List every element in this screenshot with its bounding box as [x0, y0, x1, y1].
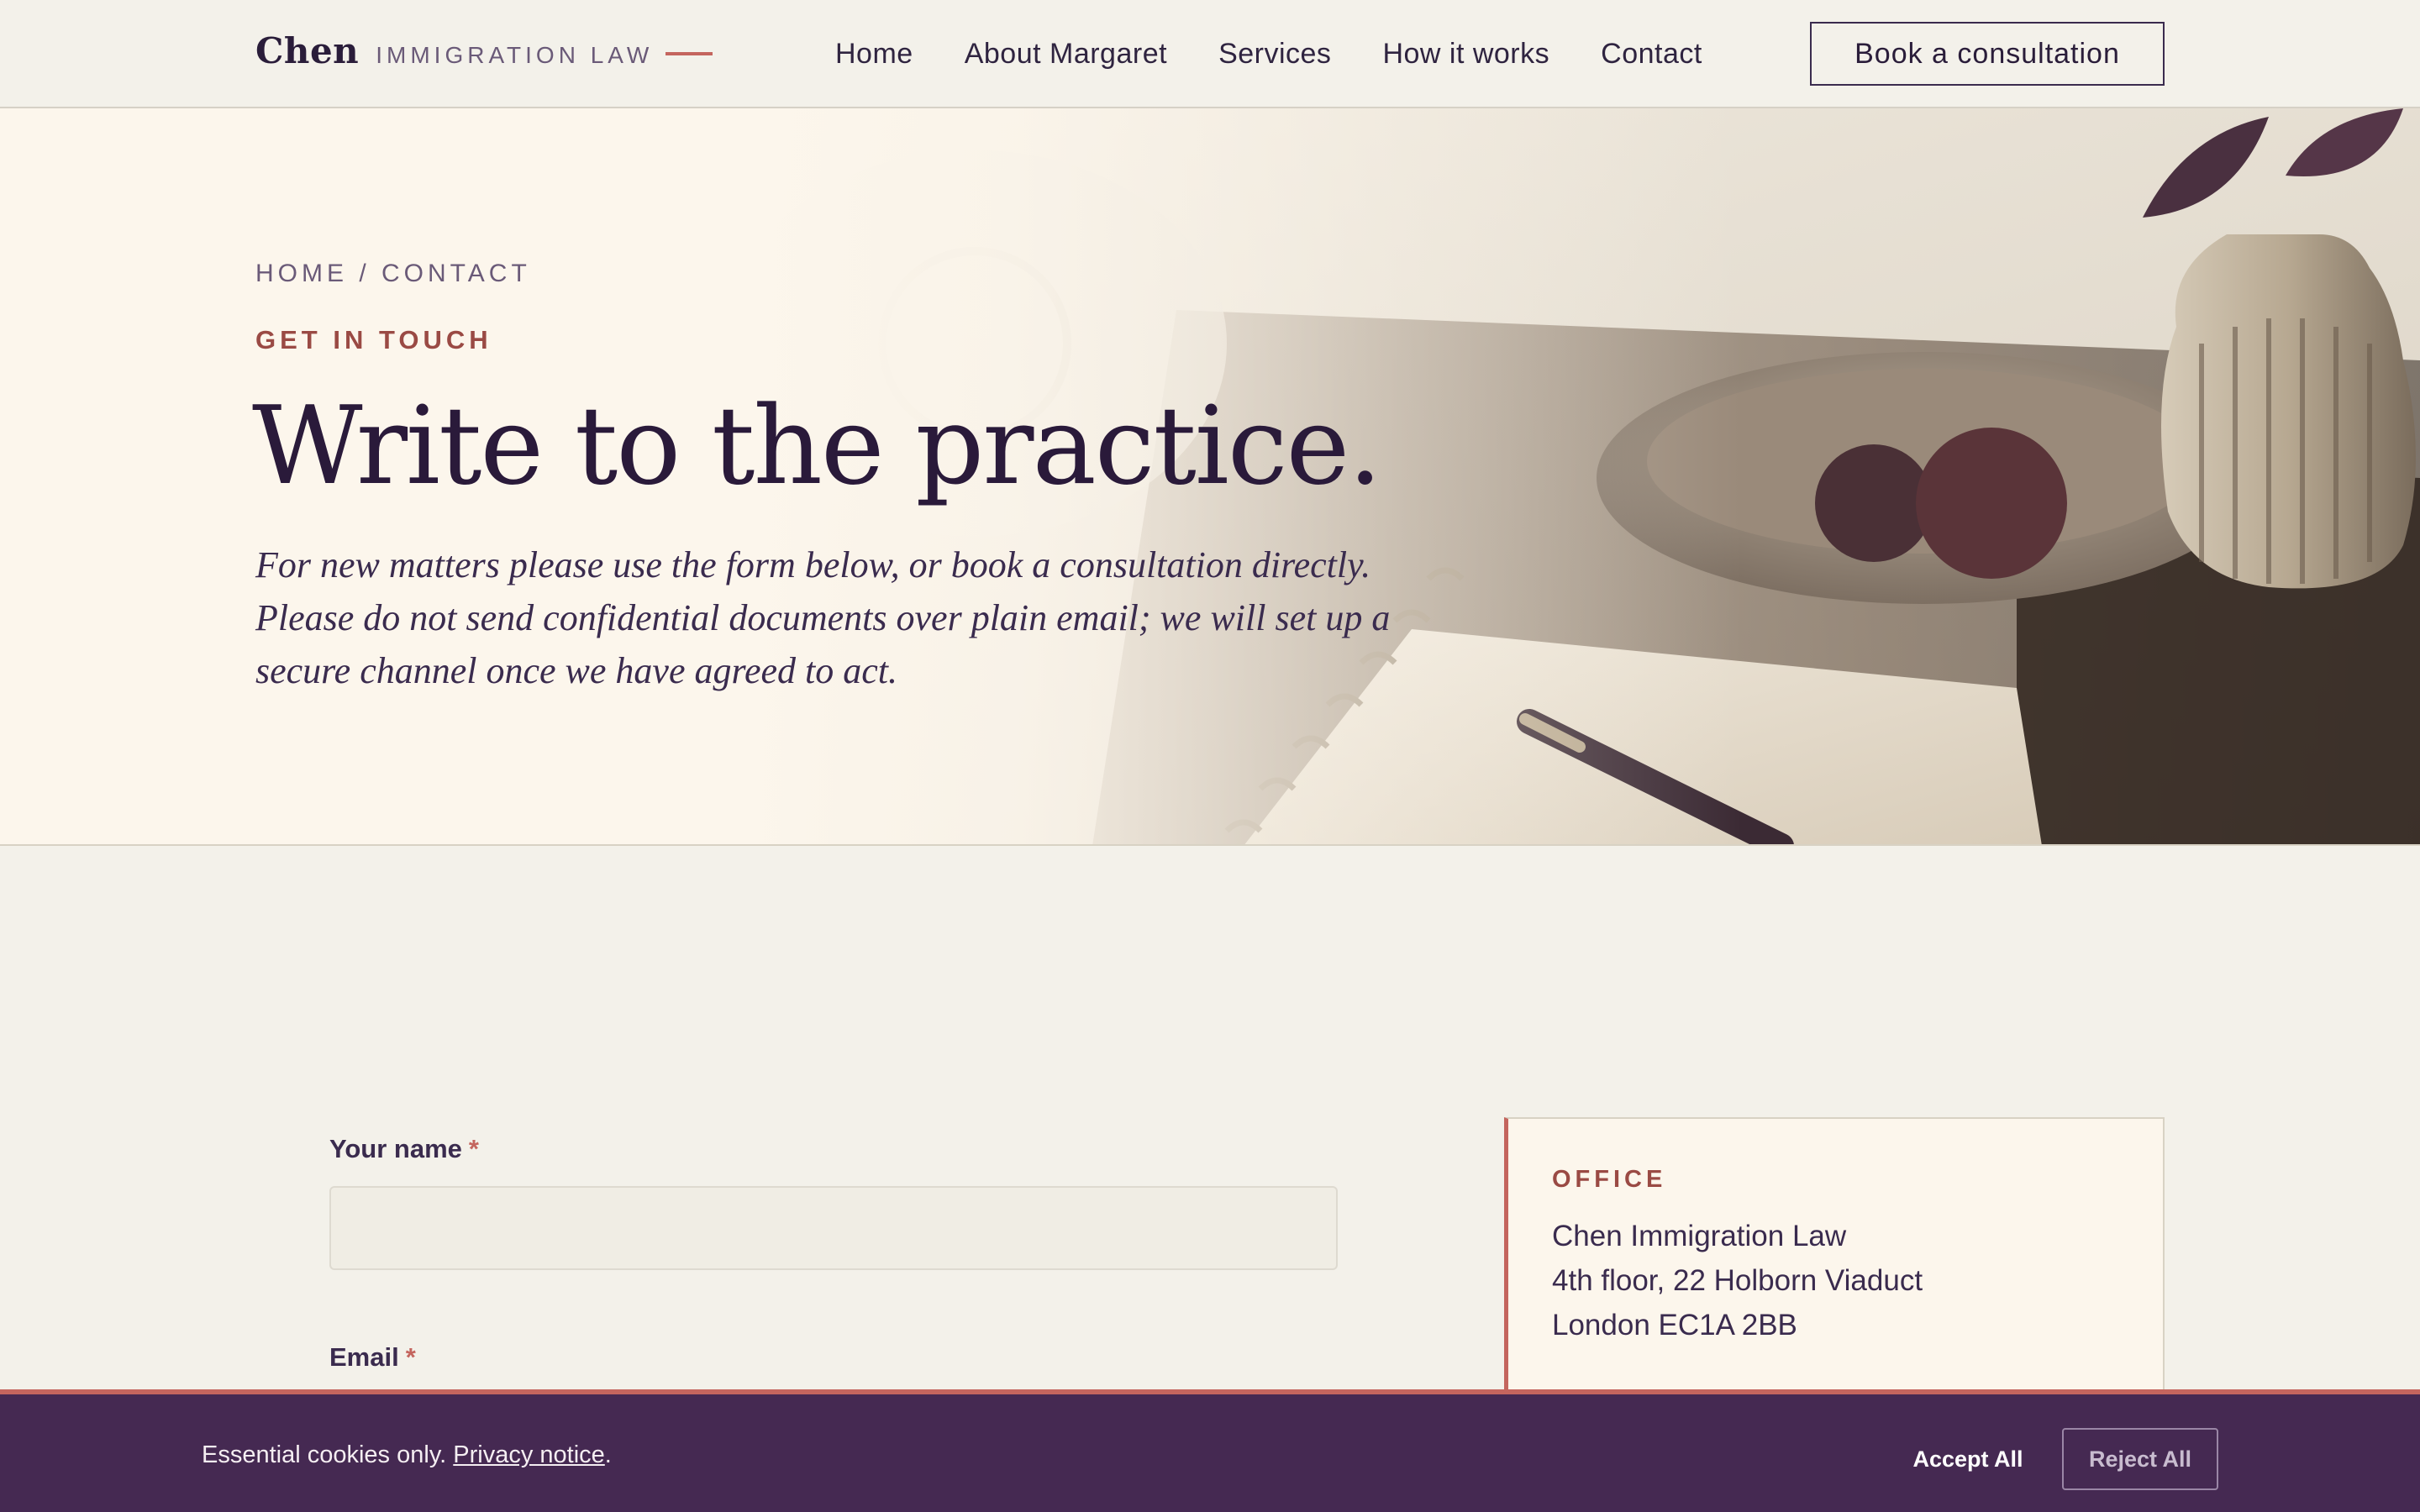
main-nav: Home About Margaret Services How it work… — [835, 30, 1702, 77]
nav-contact[interactable]: Contact — [1601, 38, 1702, 71]
brand-accent-dash — [666, 52, 713, 55]
office-address-line: 4th floor, 22 Holborn Viaduct — [1552, 1264, 1923, 1297]
hero-eyebrow: GET IN TOUCH — [255, 325, 492, 354]
cookie-text: Essential cookies only. — [202, 1441, 447, 1468]
breadcrumb: HOME / CONTACT — [255, 260, 531, 287]
required-mark: * — [468, 1134, 479, 1163]
name-label: Your name * — [329, 1134, 479, 1164]
required-mark: * — [405, 1342, 416, 1372]
cookie-message: Essential cookies only. Privacy notice. — [202, 1441, 612, 1469]
office-firm-name: Chen Immigration Law — [1552, 1220, 1847, 1252]
office-eyebrow: OFFICE — [1552, 1166, 1667, 1193]
office-city-line: London EC1A 2BB — [1552, 1309, 1797, 1341]
book-consultation-button[interactable]: Book a consultation — [1810, 22, 2165, 86]
privacy-notice-link[interactable]: Privacy notice — [453, 1441, 605, 1468]
accept-all-button[interactable]: Accept All — [1901, 1428, 2035, 1490]
reject-all-button[interactable]: Reject All — [2062, 1428, 2218, 1490]
nav-home[interactable]: Home — [835, 38, 913, 71]
hero-lead: For new matters please use the form belo… — [255, 544, 1391, 691]
hero-section: HOME / CONTACT GET IN TOUCH Write to the… — [0, 108, 2420, 846]
cookie-period: . — [604, 1441, 612, 1468]
office-card: OFFICE Chen Immigration Law 4th floor, 2… — [1504, 1117, 2165, 1403]
name-input[interactable] — [329, 1186, 1338, 1270]
page-title: Write to the practice. — [252, 384, 1382, 509]
cookie-banner: Essential cookies only. Privacy notice. … — [0, 1389, 2420, 1512]
nav-how-it-works[interactable]: How it works — [1382, 38, 1549, 71]
brand-logo[interactable]: Chen IMMIGRATION LAW — [255, 30, 653, 77]
name-label-text: Your name — [329, 1134, 462, 1163]
brand-subtitle: IMMIGRATION LAW — [376, 42, 654, 68]
brand-name: Chen — [255, 30, 360, 71]
nav-about-margaret[interactable]: About Margaret — [965, 38, 1167, 71]
email-label: Email * — [329, 1342, 416, 1373]
site-header: Chen IMMIGRATION LAW Home About Margaret… — [0, 0, 2420, 108]
email-label-text: Email — [329, 1342, 399, 1372]
nav-services[interactable]: Services — [1218, 38, 1331, 71]
